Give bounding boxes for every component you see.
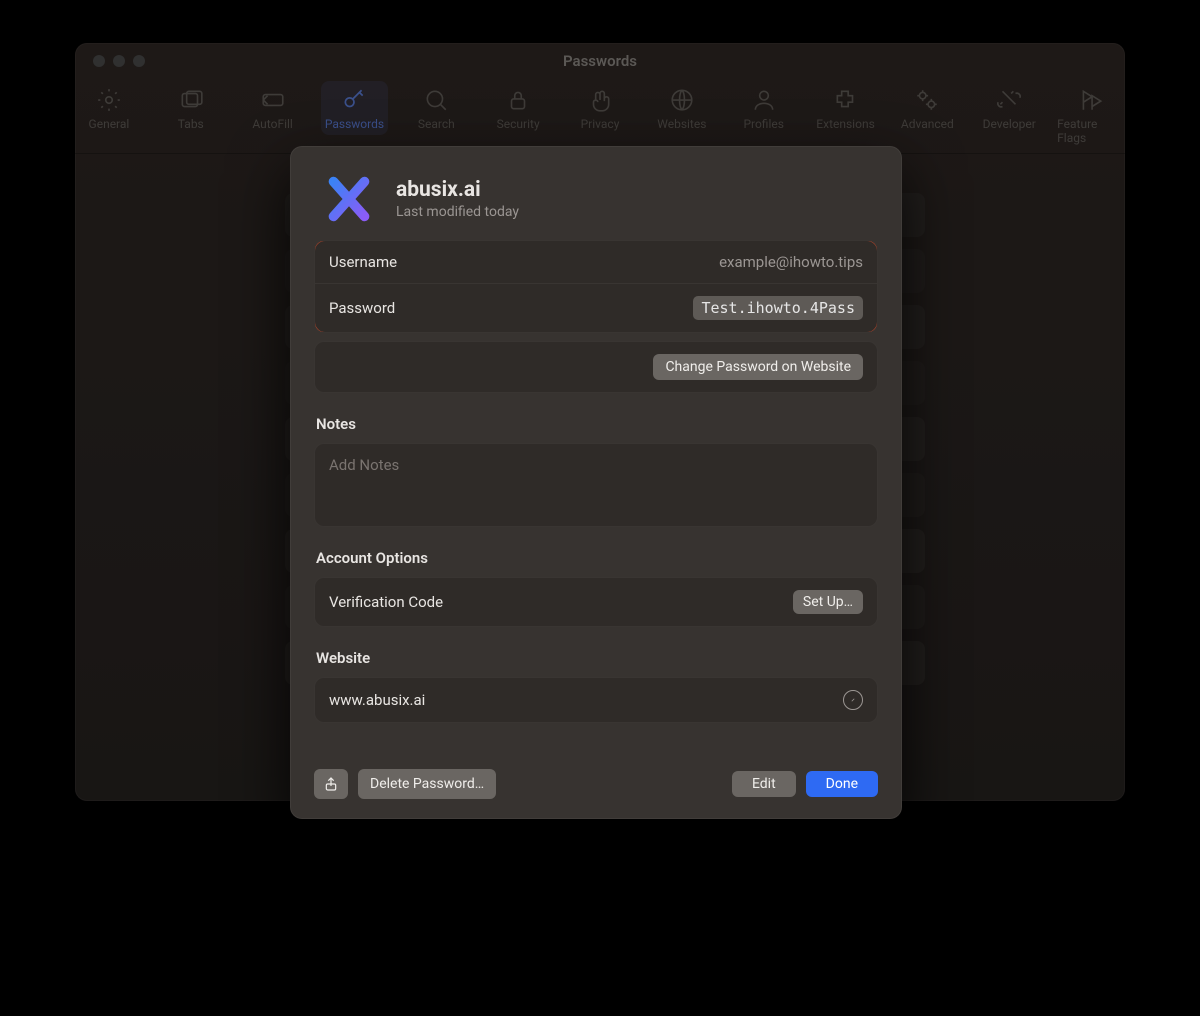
tab-advanced[interactable]: Advanced [893, 81, 961, 135]
notes-field[interactable]: Add Notes [314, 443, 878, 527]
tab-developer[interactable]: Developer [975, 81, 1043, 135]
username-label: Username [329, 253, 397, 271]
sheet-footer: Delete Password… Edit Done [314, 769, 878, 799]
tab-profiles[interactable]: Profiles [730, 81, 798, 135]
password-value: Test.ihowto.4Pass [693, 296, 863, 320]
password-label: Password [329, 299, 395, 317]
website-row[interactable]: www.abusix.ai [314, 677, 878, 723]
username-value: example@ihowto.tips [719, 253, 863, 271]
website-heading: Website [316, 649, 876, 667]
credentials-card: Username example@ihowto.tips Password Te… [314, 240, 878, 333]
titlebar: Passwords [75, 43, 1125, 79]
tab-passwords[interactable]: Passwords [321, 81, 389, 135]
change-password-card: Change Password on Website [314, 341, 878, 393]
last-modified: Last modified today [396, 204, 519, 220]
tab-autofill[interactable]: AutoFill [239, 81, 307, 135]
share-button[interactable] [314, 769, 348, 799]
site-name: abusix.ai [396, 178, 519, 202]
window-title: Passwords [75, 52, 1125, 70]
tab-general[interactable]: General [75, 81, 143, 135]
entry-header: abusix.ai Last modified today [314, 168, 878, 240]
verification-label: Verification Code [329, 593, 443, 611]
setup-button[interactable]: Set Up… [793, 590, 863, 614]
edit-button[interactable]: Edit [732, 771, 796, 797]
tab-feature-flags[interactable]: Feature Flags [1057, 81, 1125, 149]
tab-search[interactable]: Search [402, 81, 470, 135]
safari-compass-icon[interactable] [843, 690, 863, 710]
tab-security[interactable]: Security [484, 81, 552, 135]
notes-placeholder: Add Notes [329, 456, 399, 474]
tab-tabs[interactable]: Tabs [157, 81, 225, 135]
password-row[interactable]: Password Test.ihowto.4Pass [315, 283, 877, 332]
done-button[interactable]: Done [806, 771, 878, 797]
tab-websites[interactable]: Websites [648, 81, 716, 135]
site-icon [318, 168, 380, 230]
account-options-heading: Account Options [316, 549, 876, 567]
tab-privacy[interactable]: Privacy [566, 81, 634, 135]
verification-row: Verification Code Set Up… [314, 577, 878, 627]
notes-heading: Notes [316, 415, 876, 433]
preferences-toolbar: General Tabs AutoFill Passwords Search S… [75, 79, 1125, 154]
username-row[interactable]: Username example@ihowto.tips [315, 241, 877, 283]
website-value: www.abusix.ai [329, 691, 425, 709]
delete-password-button[interactable]: Delete Password… [358, 769, 496, 799]
tab-extensions[interactable]: Extensions [812, 81, 880, 135]
password-detail-sheet: abusix.ai Last modified today Username e… [290, 146, 902, 819]
change-password-button[interactable]: Change Password on Website [653, 354, 863, 380]
